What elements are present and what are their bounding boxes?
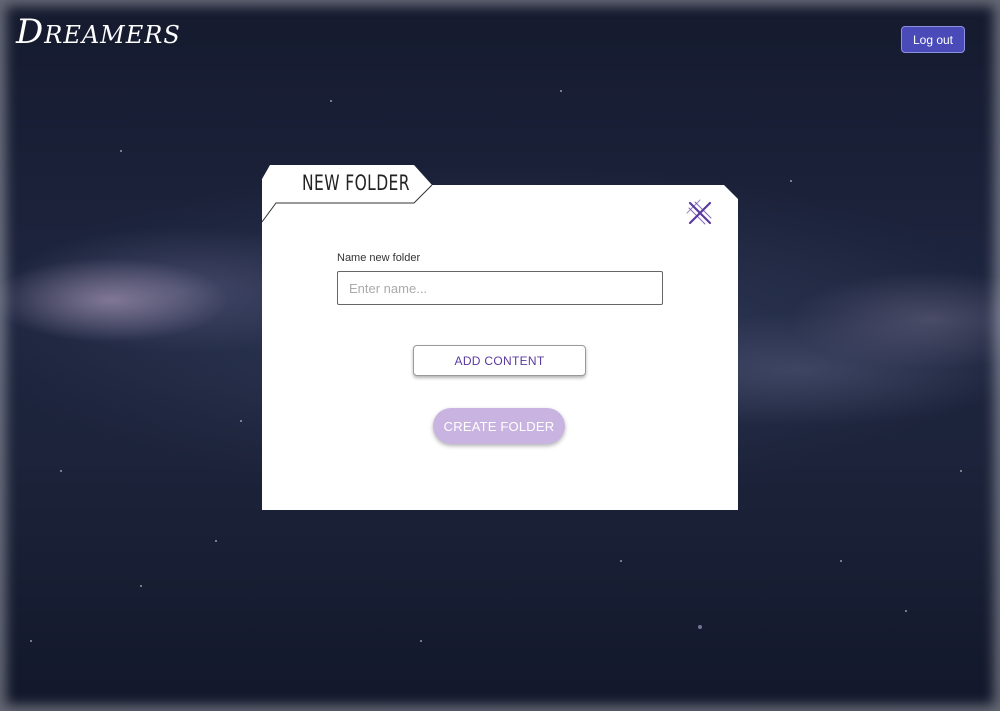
folder-name-label: Name new folder xyxy=(337,252,421,264)
create-folder-button[interactable]: CREATE FOLDER xyxy=(433,408,565,444)
dialog-tab-title: NEW FOLDER xyxy=(302,171,410,195)
app-logo: Dreamers xyxy=(16,12,181,52)
close-icon[interactable] xyxy=(686,199,714,227)
logout-button[interactable]: Log out xyxy=(901,26,965,53)
folder-shape xyxy=(262,165,738,510)
folder-name-input[interactable] xyxy=(337,271,663,305)
new-folder-dialog: NEW FOLDER Name new folder ADD CONTENT C… xyxy=(262,165,738,510)
add-content-button[interactable]: ADD CONTENT xyxy=(413,345,586,376)
